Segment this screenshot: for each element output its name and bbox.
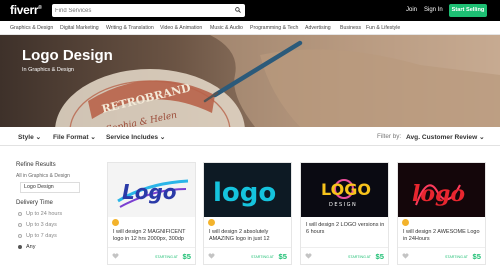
starting-at-label: STARTING AT [251,255,274,259]
heart-icon[interactable] [305,253,312,259]
gig-title[interactable]: I will design 2 AWESOME Logo in 24Hours [403,229,483,243]
delivery-option-24h[interactable]: Up to 24 hours [18,211,62,217]
gig-thumb-text: logo [412,181,465,207]
search-icon[interactable] [235,7,241,13]
heart-icon[interactable] [402,253,409,259]
gig-footer: STARTING AT $5 [398,247,485,265]
category-graphics-design[interactable]: Graphics & Design [10,25,53,31]
heart-icon[interactable] [112,253,119,259]
level-badge-icon [402,219,409,226]
page-title: Logo Design [22,47,113,64]
gig-thumb-text: Logo [122,180,177,204]
gig-thumbnail[interactable]: LOGO DESIGN [301,163,388,217]
category-advertising[interactable]: Advertising [305,25,331,31]
starting-at-label: STARTING AT [155,255,178,259]
service-includes-dropdown[interactable]: Service Includes ⌄ [106,133,165,141]
chevron-down-icon: ⌄ [159,134,166,141]
heart-icon[interactable] [208,253,215,259]
level-badge-icon [208,219,215,226]
radio-button[interactable] [18,222,22,227]
chevron-down-icon: ⌄ [35,134,42,141]
gig-card[interactable]: logo I will design 2 absolutely AMAZING … [203,162,292,265]
filter-by-label: Filter by: [377,133,402,140]
gig-card[interactable]: Logo I will design 2 MAGNIFICENT logo in… [107,162,196,265]
gig-footer: STARTING AT $5 [301,247,388,265]
filter-bar: Style ⌄ File Format ⌄ Service Includes ⌄… [0,127,500,146]
breadcrumb[interactable]: In Graphics & Design [22,67,74,73]
all-in-category-link[interactable]: All in Graphics & Design [16,173,70,179]
radio-button-selected[interactable] [18,244,22,249]
radio-button[interactable] [18,211,22,216]
gig-card[interactable]: logo I will design 2 AWESOME Logo in 24H… [397,162,486,265]
gig-price: $5 [375,252,384,261]
category-digital-marketing[interactable]: Digital Marketing [60,25,99,31]
category-menu: Graphics & Design Digital Marketing Writ… [0,21,500,35]
starting-at-label: STARTING AT [348,255,371,259]
top-navbar: fiverr® Join Sign In Start Selling [0,0,500,21]
delivery-option-7d[interactable]: Up to 7 days [18,233,57,239]
gig-thumb-subtext: DESIGN [329,202,357,208]
delivery-option-3d[interactable]: Up to 3 days [18,222,57,228]
search-box [52,4,245,17]
style-dropdown[interactable]: Style ⌄ [18,133,41,141]
start-selling-button[interactable]: Start Selling [449,4,487,17]
refine-results-heading: Refine Results [16,161,56,168]
delivery-option-any[interactable]: Any [18,244,35,250]
category-business[interactable]: Business [340,25,361,31]
gig-thumb-text: logo [213,178,276,208]
gig-title[interactable]: I will design 2 MAGNIFICENT logo in 12 h… [113,229,193,243]
level-badge-icon [112,219,119,226]
file-format-dropdown[interactable]: File Format ⌄ [53,133,96,141]
starting-at-label: STARTING AT [445,255,468,259]
gig-card[interactable]: LOGO DESIGN I will design 2 LOGO version… [300,162,389,265]
join-link[interactable]: Join [406,7,417,13]
gig-thumb-text: LOGO [321,180,371,199]
chevron-down-icon: ⌄ [479,134,485,141]
fiverr-logo[interactable]: fiverr® [10,3,42,17]
gig-thumbnail[interactable]: Logo [108,163,195,217]
gig-footer: STARTING AT $5 [108,247,195,265]
search-input[interactable] [55,5,225,16]
category-fun-lifestyle[interactable]: Fun & Lifestyle [366,25,400,31]
category-writing-translation[interactable]: Writing & Translation [106,25,154,31]
sort-dropdown[interactable]: Avg. Customer Review ⌄ [406,133,485,141]
gig-price: $5 [472,252,481,261]
radio-button[interactable] [18,233,22,238]
gig-thumbnail[interactable]: logo [398,163,485,217]
gig-price: $5 [182,252,191,261]
delivery-time-heading: Delivery Time [16,199,53,206]
gig-title[interactable]: I will design 2 LOGO versions in 6 hours [306,222,386,236]
gig-title[interactable]: I will design 2 absolutely AMAZING logo … [209,229,289,243]
current-subcategory[interactable]: Logo Design [20,182,80,193]
hero-banner: RETROBRAND Sophia & Helen Logo Design In… [0,35,500,127]
category-video-animation[interactable]: Video & Animation [160,25,202,31]
gig-thumbnail[interactable]: logo [204,163,291,217]
sign-in-link[interactable]: Sign In [424,7,443,13]
gig-footer: STARTING AT $5 [204,247,291,265]
chevron-down-icon: ⌄ [90,134,96,141]
category-programming-tech[interactable]: Programming & Tech [250,25,298,31]
gig-price: $5 [278,252,287,261]
category-music-audio[interactable]: Music & Audio [210,25,243,31]
